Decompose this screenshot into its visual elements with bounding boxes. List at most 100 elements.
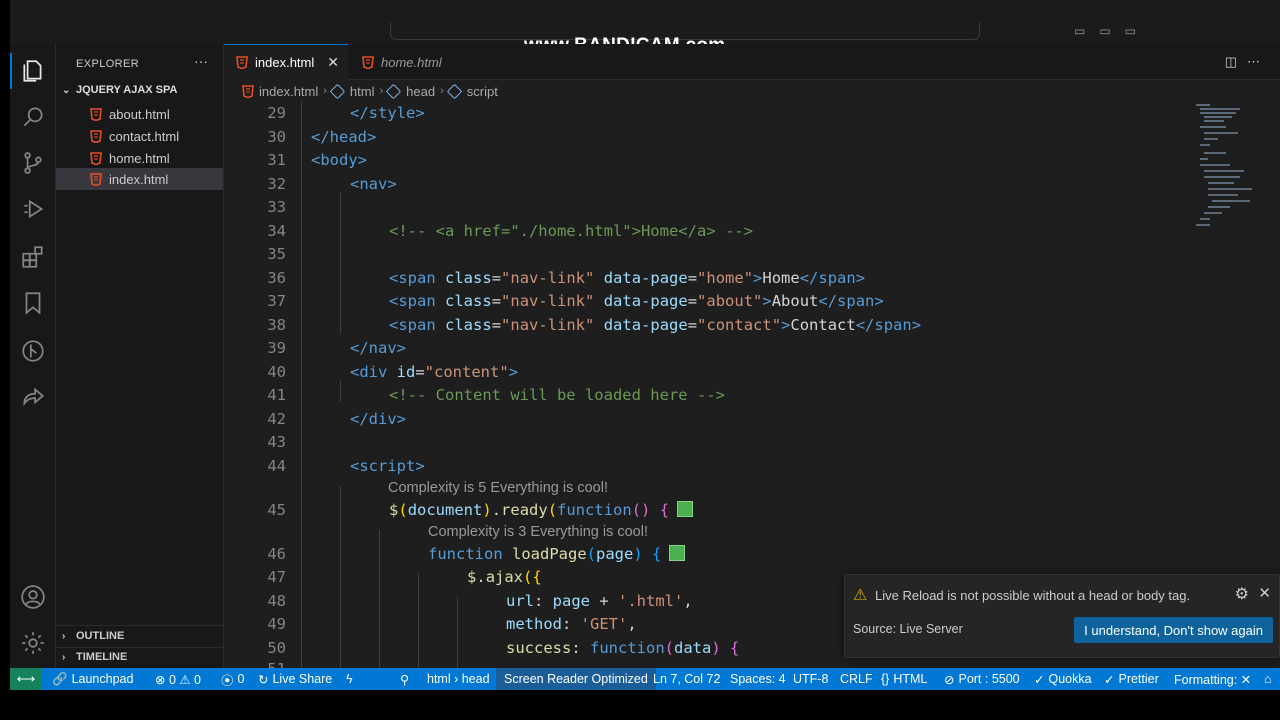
eol-item[interactable]: CRLF [840,668,873,690]
file-about-html[interactable]: about.html [56,103,223,125]
lightning-icon[interactable]: ϟ [346,668,353,690]
live-share-item[interactable]: ↻ Live Share [258,668,332,690]
tab-label: home.html [381,54,442,70]
bookmark-icon[interactable] [18,288,48,318]
outline-section[interactable]: › OUTLINE [62,630,124,642]
quokka-item[interactable]: ✓ Quokka [1034,668,1092,690]
problems-item[interactable]: ⊗ 0 ⚠ 0 [155,668,201,690]
folder-jquery-ajax-spa[interactable]: ⌄ JQUERY AJAX SPA [62,84,177,96]
chevron-right-icon: › [379,85,384,97]
code-line-41: <!-- Content will be loaded here --> [389,386,725,404]
screen-reader-item[interactable]: Screen Reader Optimized [496,668,656,690]
vscode-window: www.BANDICAM.com ▭▭▭ [10,0,1280,690]
file-contact-html[interactable]: contact.html [56,125,223,147]
minimap[interactable] [1196,102,1280,242]
notifications-bell-icon[interactable]: ⌂ [1264,668,1272,690]
divider [56,625,223,626]
scope-item[interactable]: html › head [427,668,490,690]
indentation-item[interactable]: Spaces: 4 [730,668,786,690]
code-line-39: </nav> [350,339,406,357]
string: 'GET' [580,615,628,633]
code-line-45: $(document).ready(function() { [389,501,694,519]
code-line-44: <script> [350,457,425,475]
class-value: "nav-link" [501,292,595,310]
code-line-31: <body> [311,151,367,169]
element-icon [329,83,346,99]
string: '.html' [618,592,684,610]
line-number: 38 [267,316,286,334]
code-line-32: <nav> [350,175,397,193]
split-editor-icon[interactable]: ◫⋯ [1225,54,1270,70]
line-number: 46 [267,545,286,563]
breadcrumb-script[interactable]: script [467,84,498,99]
tab-home-html[interactable]: home.html [350,44,460,80]
link-text: About [771,292,819,310]
live-share-icon[interactable] [18,382,48,412]
html5-icon [90,129,102,143]
quokka-label: Quokka [1048,672,1092,686]
account-icon[interactable] [18,582,48,612]
port-label: Port : 5500 [958,672,1020,686]
code-line-48: url: page + '.html', [506,592,693,610]
code-line-47: $.ajax({ [467,568,542,586]
breadcrumb-head[interactable]: head [406,84,435,99]
folder-label: JQUERY AJAX SPA [76,84,178,96]
live-server-port[interactable]: ⊘ Port : 5500 [944,668,1020,690]
gear-icon[interactable]: ⚙ [1235,584,1249,604]
dont-show-again-button[interactable]: I understand, Don't show again [1074,617,1273,643]
formatting-item[interactable]: Formatting: ✕ [1174,668,1251,690]
line-number-gutter: 29 30 31 32 33 34 35 36 37 38 39 40 41 4… [224,102,286,668]
encoding-item[interactable]: UTF-8 [793,668,828,690]
line-number: 30 [267,128,286,146]
settings-gear-icon[interactable] [18,628,48,658]
tag: <script> [350,457,425,475]
launchpad-label: Launchpad [71,672,134,686]
explorer-sidebar: EXPLORER ··· ⌄ JQUERY AJAX SPA about.htm… [56,44,224,668]
code-line-46: function loadPage(page) { [428,545,686,563]
code-line-30: </head> [311,128,376,146]
code-line-34: <!-- <a href="./home.html">Home</a> --> [389,222,753,240]
file-index-html[interactable]: index.html [56,168,223,190]
tag: </style> [350,104,425,122]
chevron-right-icon: › [62,630,66,642]
tab-index-html[interactable]: index.html ✕ [224,44,348,80]
line-number: 45 [267,501,286,519]
source-control-icon[interactable] [18,148,48,178]
prettier-item[interactable]: ✓ Prettier [1104,668,1159,690]
line-number: 29 [267,104,286,122]
git-graph-icon[interactable] [18,336,48,366]
code-line-40: <div id="content"> [350,363,519,381]
code-line-49: method: 'GET', [506,615,637,633]
bracket-pair-icon[interactable]: ⚲ [400,668,409,690]
run-debug-icon[interactable] [18,194,48,224]
ports-item[interactable]: ⦿ 0 [221,668,244,690]
more-actions-icon[interactable]: ··· [194,53,208,69]
broadcast-icon: ⦿ [221,673,234,688]
ports-count: 0 [237,672,245,686]
file-home-html[interactable]: home.html [56,147,223,169]
divider [56,647,223,648]
close-icon[interactable]: ✕ [327,54,339,71]
language-mode[interactable]: {} HTML [881,668,927,690]
activity-bar [10,44,56,668]
link-text: Contact [790,316,856,334]
complexity-codelens[interactable]: Complexity is 5 Everything is cool! [388,480,608,496]
file-label: about.html [109,106,170,122]
launchpad-item[interactable]: 🔗 Launchpad [52,668,133,690]
line-number: 47 [267,568,286,586]
breadcrumb-file[interactable]: index.html [259,84,318,99]
remote-indicator-icon[interactable]: ⟷ [10,668,42,690]
line-number: 37 [267,292,286,310]
braces-icon: {} [881,672,890,686]
line-number: 40 [267,363,286,381]
line-number: 34 [267,222,286,240]
layout-controls[interactable]: ▭▭▭ [1074,24,1150,38]
complexity-codelens[interactable]: Complexity is 3 Everything is cool! [428,524,648,540]
cursor-position[interactable]: Ln 7, Col 72 [653,668,720,690]
extensions-icon[interactable] [18,242,48,272]
search-icon[interactable] [18,102,48,132]
timeline-section[interactable]: › TIMELINE [62,651,127,663]
breadcrumb-html[interactable]: html [350,84,375,99]
explorer-icon[interactable] [10,53,48,89]
close-icon[interactable]: ✕ [1258,584,1271,602]
